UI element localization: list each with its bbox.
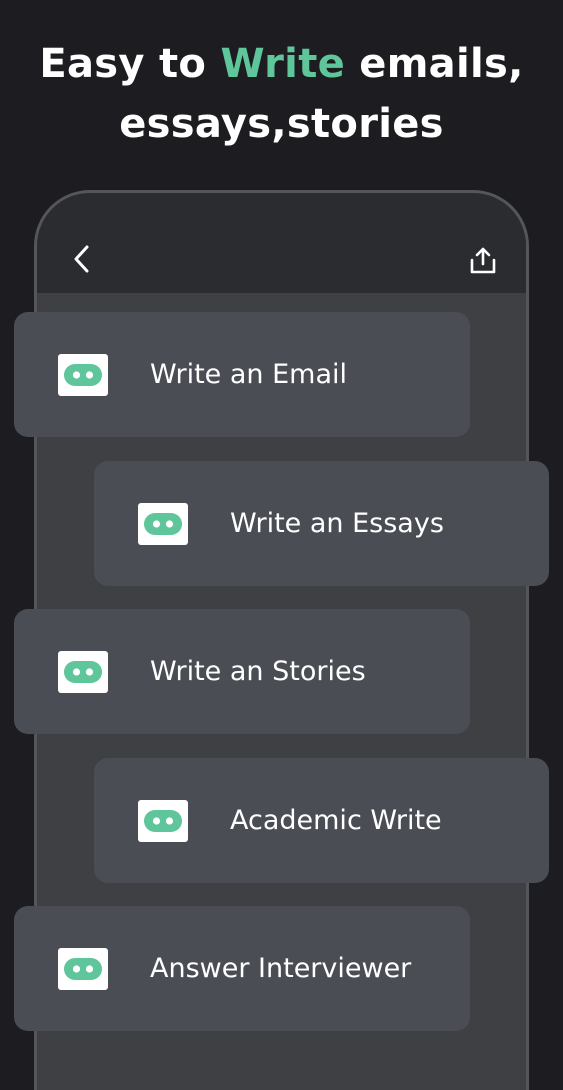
robot-icon bbox=[138, 502, 188, 545]
share-button[interactable] bbox=[463, 241, 503, 281]
headline-text-end: emails, bbox=[345, 41, 524, 87]
card-write-stories[interactable]: Write an Stories bbox=[14, 609, 470, 734]
card-answer-interviewer[interactable]: Answer Interviewer bbox=[14, 906, 470, 1031]
robot-icon bbox=[58, 650, 108, 693]
card-label: Answer Interviewer bbox=[150, 953, 412, 984]
headline-accent-word: Write bbox=[220, 41, 346, 87]
headline-text-start: Easy to bbox=[39, 41, 221, 87]
chevron-left-icon bbox=[74, 245, 89, 273]
app-header bbox=[37, 193, 526, 293]
share-upload-icon bbox=[470, 247, 496, 274]
headline: Easy to Write emails, essays,stories bbox=[0, 34, 563, 154]
card-label: Write an Email bbox=[150, 359, 348, 390]
card-write-email[interactable]: Write an Email bbox=[14, 312, 470, 437]
robot-icon bbox=[58, 353, 108, 396]
card-academic-write[interactable]: Academic Write bbox=[94, 758, 549, 883]
headline-line-1: Easy to Write emails, bbox=[0, 34, 563, 94]
robot-icon bbox=[138, 799, 188, 842]
card-label: Academic Write bbox=[230, 805, 442, 836]
card-write-essays[interactable]: Write an Essays bbox=[94, 461, 549, 586]
robot-icon bbox=[58, 947, 108, 990]
card-label: Write an Essays bbox=[230, 508, 444, 539]
back-button[interactable] bbox=[65, 239, 99, 279]
headline-line-2: essays,stories bbox=[119, 101, 444, 147]
card-label: Write an Stories bbox=[150, 656, 366, 687]
